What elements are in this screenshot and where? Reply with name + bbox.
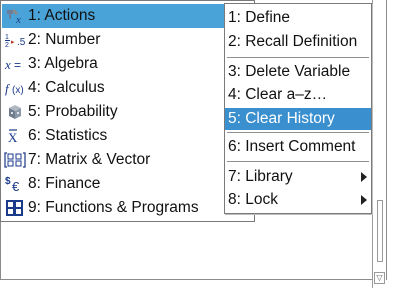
submenu-item-insert-comment[interactable]: 6: Insert Comment bbox=[225, 136, 371, 158]
probability-icon bbox=[3, 102, 27, 122]
functions-programs-icon bbox=[3, 198, 27, 218]
svg-text:(x): (x) bbox=[12, 85, 24, 96]
submenu-item-label: 6: Insert Comment bbox=[228, 138, 356, 155]
svg-text:2: 2 bbox=[5, 42, 9, 49]
submenu-item-label: 4: Clear a–z… bbox=[228, 86, 328, 103]
submenu-item-delete-variable[interactable]: 3: Delete Variable bbox=[225, 61, 371, 83]
submenu-arrow-icon bbox=[361, 195, 367, 205]
svg-text:x: x bbox=[15, 14, 21, 25]
submenu-item-library[interactable]: 7: Library bbox=[225, 166, 371, 188]
submenu-item-label: 5: Clear History bbox=[228, 110, 335, 127]
submenu-item-label: 3: Delete Variable bbox=[228, 63, 351, 80]
svg-text:x: x bbox=[4, 57, 11, 72]
menu-item-label: 5: Probability bbox=[28, 103, 118, 120]
menu-item-label: 9: Functions & Programs bbox=[28, 199, 199, 216]
submenu-item-clear-history[interactable]: 5: Clear History bbox=[225, 108, 371, 130]
number-icon: 1 2 ▸ .5 bbox=[3, 30, 27, 50]
finance-icon: $ € bbox=[3, 174, 27, 194]
actions-icon: x bbox=[3, 6, 27, 26]
submenu-item-clear-a-z[interactable]: 4: Clear a–z… bbox=[225, 84, 371, 106]
matrix-icon bbox=[3, 150, 27, 170]
svg-text:1: 1 bbox=[5, 34, 9, 41]
submenu-item-label: 7: Library bbox=[228, 168, 293, 185]
main-menu: x 1: Actions 1 2 ▸ .5 2: Number x = 3: A… bbox=[0, 0, 255, 222]
menu-item-finance[interactable]: $ € 8: Finance bbox=[2, 172, 254, 196]
menu-separator bbox=[227, 161, 369, 162]
scroll-down-icon[interactable]: ▽ bbox=[374, 272, 385, 284]
menu-item-statistics[interactable]: X 6: Statistics bbox=[2, 124, 254, 148]
svg-text:=: = bbox=[14, 58, 21, 72]
svg-text:€: € bbox=[12, 179, 20, 193]
submenu-item-label: 8: Lock bbox=[228, 191, 278, 208]
menu-item-number[interactable]: 1 2 ▸ .5 2: Number bbox=[2, 28, 254, 52]
svg-text:▸: ▸ bbox=[11, 39, 15, 46]
menu-item-label: 7: Matrix & Vector bbox=[28, 151, 151, 168]
submenu-item-label: 1: Define bbox=[228, 9, 291, 26]
menu-separator bbox=[227, 57, 369, 58]
calculus-icon: f (x) bbox=[3, 78, 27, 98]
menu-item-label: 2: Number bbox=[28, 31, 101, 48]
submenu-item-lock[interactable]: 8: Lock bbox=[225, 189, 371, 211]
submenu-item-recall-definition[interactable]: 2: Recall Definition bbox=[225, 31, 371, 53]
scroll-thumb[interactable] bbox=[377, 200, 383, 262]
scrollbar[interactable]: ▽ bbox=[372, 0, 386, 288]
menu-item-label: 1: Actions bbox=[28, 7, 96, 24]
menu-item-probability[interactable]: 5: Probability bbox=[2, 100, 254, 124]
menu-item-calculus[interactable]: f (x) 4: Calculus bbox=[2, 76, 254, 100]
svg-text:f: f bbox=[5, 81, 11, 96]
actions-submenu: 1: Define 2: Recall Definition 3: Delete… bbox=[224, 3, 372, 214]
menu-item-label: 3: Algebra bbox=[28, 55, 98, 72]
svg-text:$: $ bbox=[5, 176, 11, 187]
menu-item-actions[interactable]: x 1: Actions bbox=[2, 4, 254, 28]
svg-text:.5: .5 bbox=[17, 37, 26, 48]
menu-item-label: 4: Calculus bbox=[28, 79, 105, 96]
submenu-item-define[interactable]: 1: Define bbox=[225, 7, 371, 29]
statistics-icon: X bbox=[3, 126, 27, 146]
menu-item-label: 6: Statistics bbox=[28, 127, 108, 144]
menu-item-matrix-vector[interactable]: 7: Matrix & Vector bbox=[2, 148, 254, 172]
submenu-arrow-icon bbox=[361, 172, 367, 182]
svg-text:X: X bbox=[8, 130, 18, 145]
menu-item-algebra[interactable]: x = 3: Algebra bbox=[2, 52, 254, 76]
menu-item-functions-programs[interactable]: 9: Functions & Programs bbox=[2, 196, 254, 220]
menu-separator bbox=[227, 132, 369, 133]
menu-item-label: 8: Finance bbox=[28, 175, 101, 192]
algebra-icon: x = bbox=[3, 54, 27, 74]
submenu-item-label: 2: Recall Definition bbox=[228, 33, 358, 50]
calculator-document-area: ▽ x 1: Actions 1 2 ▸ .5 2: Number x = 3:… bbox=[0, 0, 395, 289]
